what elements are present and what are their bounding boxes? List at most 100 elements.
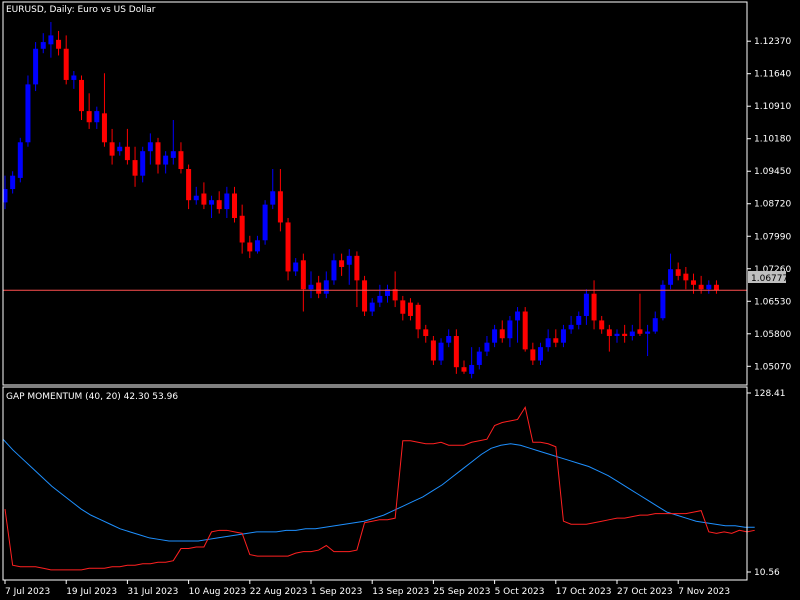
candle-body bbox=[706, 284, 712, 290]
time-tick-label: 1 Sep 2023 bbox=[311, 587, 362, 597]
candle bbox=[522, 307, 528, 352]
candle-body bbox=[178, 151, 184, 170]
candle-body bbox=[423, 329, 429, 337]
price-tick-label: 1.08720 bbox=[754, 200, 791, 210]
candle-body bbox=[545, 338, 551, 348]
candle bbox=[660, 280, 666, 321]
time-tick-label: 13 Sep 2023 bbox=[372, 587, 429, 597]
indicator-tick-label: 128.41 bbox=[754, 389, 786, 399]
candle-body bbox=[147, 142, 153, 152]
time-tick-label: 7 Jul 2023 bbox=[5, 587, 50, 597]
candle-body bbox=[10, 175, 16, 190]
candle-body bbox=[522, 311, 528, 350]
candle-body bbox=[109, 142, 115, 156]
candle-body bbox=[132, 160, 138, 176]
candle-body bbox=[392, 289, 398, 301]
chart-title: EURUSD, Daily: Euro vs US Dollar bbox=[6, 5, 156, 15]
candle-body bbox=[461, 367, 467, 372]
candle-body bbox=[209, 200, 215, 205]
candle-body bbox=[691, 280, 696, 285]
candle-body bbox=[599, 320, 605, 330]
candle-body bbox=[33, 48, 39, 85]
candle bbox=[362, 275, 368, 316]
time-tick-label: 10 Aug 2023 bbox=[189, 587, 247, 597]
candle-body bbox=[576, 315, 582, 325]
candle-body bbox=[438, 342, 444, 361]
candle-body bbox=[277, 191, 283, 223]
price-tick-label: 1.12370 bbox=[754, 37, 791, 47]
candle bbox=[285, 217, 291, 281]
candle-body bbox=[270, 191, 276, 205]
candle-body bbox=[583, 293, 589, 316]
candle-body bbox=[101, 113, 107, 143]
candle bbox=[262, 200, 268, 245]
candle-body bbox=[484, 342, 490, 352]
time-tick-label: 19 Jul 2023 bbox=[66, 587, 117, 597]
time-tick-label: 31 Jul 2023 bbox=[127, 587, 178, 597]
candle-body bbox=[446, 336, 452, 343]
candle-body bbox=[637, 329, 643, 334]
candle-body bbox=[362, 280, 368, 312]
candle-body bbox=[25, 84, 31, 143]
candle-body bbox=[499, 329, 505, 339]
candle-body bbox=[668, 269, 674, 285]
candle-body bbox=[515, 311, 521, 321]
candle-body bbox=[400, 300, 406, 314]
candle-body bbox=[262, 204, 268, 241]
candle-body bbox=[17, 142, 23, 178]
candle-body bbox=[186, 169, 192, 201]
candle-body bbox=[117, 146, 123, 152]
candle-body bbox=[683, 273, 689, 281]
candle-body bbox=[430, 340, 436, 361]
candle-body bbox=[622, 333, 628, 337]
candle-body bbox=[193, 195, 199, 201]
candle-body bbox=[40, 42, 46, 49]
price-tick-label: 1.06530 bbox=[754, 297, 791, 307]
indicator-tick-label: 10.56 bbox=[754, 568, 780, 578]
candle-body bbox=[568, 324, 574, 330]
candle bbox=[33, 42, 39, 92]
candle-body bbox=[453, 336, 459, 368]
candle-body bbox=[155, 142, 161, 165]
candle-body bbox=[293, 262, 299, 272]
candle-body bbox=[86, 111, 92, 123]
current-price-label: 1.06777 bbox=[748, 271, 788, 284]
candle-body bbox=[614, 333, 620, 337]
candle-body bbox=[239, 215, 245, 243]
candle-body bbox=[79, 79, 84, 112]
candle-body bbox=[675, 269, 681, 276]
candle-body bbox=[163, 155, 169, 165]
candle-body bbox=[606, 329, 612, 337]
price-tick-label: 1.07990 bbox=[754, 232, 791, 242]
candle-body bbox=[560, 329, 566, 343]
candle-body bbox=[216, 200, 222, 210]
candle-body bbox=[232, 193, 237, 218]
candle-body bbox=[63, 48, 69, 80]
candle-body bbox=[553, 338, 559, 343]
candle-body bbox=[323, 280, 329, 294]
candle-body bbox=[254, 240, 260, 252]
time-tick-label: 7 Nov 2023 bbox=[678, 587, 730, 597]
candle-body bbox=[48, 35, 54, 45]
candle-body bbox=[652, 318, 658, 332]
candle-body bbox=[94, 111, 100, 123]
candle-body bbox=[698, 284, 704, 290]
candle-body bbox=[140, 151, 146, 176]
price-tick-label: 1.10180 bbox=[754, 135, 791, 145]
candle-body bbox=[530, 349, 536, 361]
price-tick-label: 1.09450 bbox=[754, 167, 791, 177]
candle-body bbox=[507, 320, 513, 339]
candle-body bbox=[713, 284, 719, 291]
chart-background bbox=[0, 0, 800, 600]
candle-body bbox=[538, 347, 543, 361]
candle-body bbox=[339, 260, 345, 267]
candle-body bbox=[56, 39, 62, 49]
candle-body bbox=[300, 260, 306, 290]
time-tick-label: 17 Oct 2023 bbox=[556, 587, 612, 597]
candle-body bbox=[645, 331, 651, 334]
indicator-title: GAP MOMENTUM (40, 20) 42.30 53.96 bbox=[6, 392, 178, 402]
candle-body bbox=[316, 282, 322, 294]
candle-body bbox=[170, 151, 176, 158]
candle-body bbox=[346, 255, 352, 265]
price-tick-label: 1.11640 bbox=[754, 70, 791, 80]
